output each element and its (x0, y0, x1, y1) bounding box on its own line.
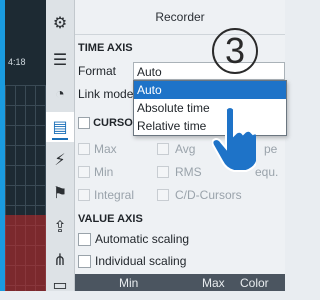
dropdown-option-relative-time[interactable]: Relative time (134, 117, 286, 135)
col-max: Max (202, 276, 225, 290)
recorder-icon[interactable]: ▤ (46, 112, 74, 142)
cursor-checkbox[interactable] (78, 117, 90, 130)
max-label: Max (94, 142, 117, 156)
col-min: Min (119, 276, 139, 290)
individual-scaling-label: Individual scaling (95, 254, 187, 268)
link-mode-label: Link mode (78, 87, 134, 101)
dropdown-option-auto[interactable]: Auto (134, 81, 286, 99)
dropdown-option-absolute-time[interactable]: Absolute time (134, 99, 286, 117)
chart-signal-area (5, 215, 46, 291)
col-color: Color (240, 276, 269, 290)
value-axis-column-header: Min Max Color (75, 274, 285, 291)
automatic-scaling-label: Automatic scaling (95, 232, 190, 246)
individual-scaling-checkbox[interactable] (78, 255, 91, 268)
rms-label: RMS (175, 165, 202, 179)
chart-strip: 4:18 (0, 0, 46, 291)
list-icon[interactable]: ☰ (46, 45, 74, 75)
automatic-scaling-checkbox[interactable] (78, 233, 91, 246)
cursor-heading-wrap: CURSO (78, 117, 133, 130)
format-label: Format (78, 64, 117, 78)
chart-timestamp: 4:18 (8, 57, 26, 67)
time-axis-heading: TIME AXIS (78, 42, 133, 54)
cd-cursors-label: C/D-Cursors (175, 188, 242, 202)
gauge-icon[interactable]: ◔ (46, 80, 74, 110)
pe-label: pe (264, 142, 278, 156)
max-checkbox[interactable] (78, 143, 90, 155)
value-axis-heading: VALUE AXIS (78, 213, 143, 225)
avg-label: Avg (175, 142, 196, 156)
avg-checkbox[interactable] (157, 143, 169, 155)
export-icon[interactable]: ⇪ (46, 212, 74, 242)
pointing-hand-icon (212, 106, 256, 172)
cd-cursors-checkbox[interactable] (157, 189, 169, 201)
gear-icon[interactable]: ⚙ (46, 8, 74, 38)
panel-title: Recorder (75, 0, 285, 35)
format-select[interactable]: Auto (133, 62, 285, 80)
min-label: Min (94, 165, 114, 179)
equ-label: equ. (255, 165, 279, 179)
flag-icon[interactable]: ⚑ (46, 178, 74, 208)
integral-label: Integral (94, 188, 135, 202)
extra-icon[interactable]: ▭ (46, 270, 74, 300)
format-dropdown: Auto Absolute time Relative time (133, 80, 287, 136)
rms-checkbox[interactable] (157, 166, 169, 178)
cursor-heading: CURSO (93, 117, 133, 129)
step-badge: 3 (212, 28, 258, 74)
side-toolbar: ⚙ ☰ ◔ ▤ ⚡ ⚑ ⇪ ⋔ ▭ (46, 0, 75, 294)
trigger-icon[interactable]: ⚡ (46, 145, 74, 175)
min-checkbox[interactable] (78, 166, 90, 178)
integral-checkbox[interactable] (78, 189, 90, 201)
